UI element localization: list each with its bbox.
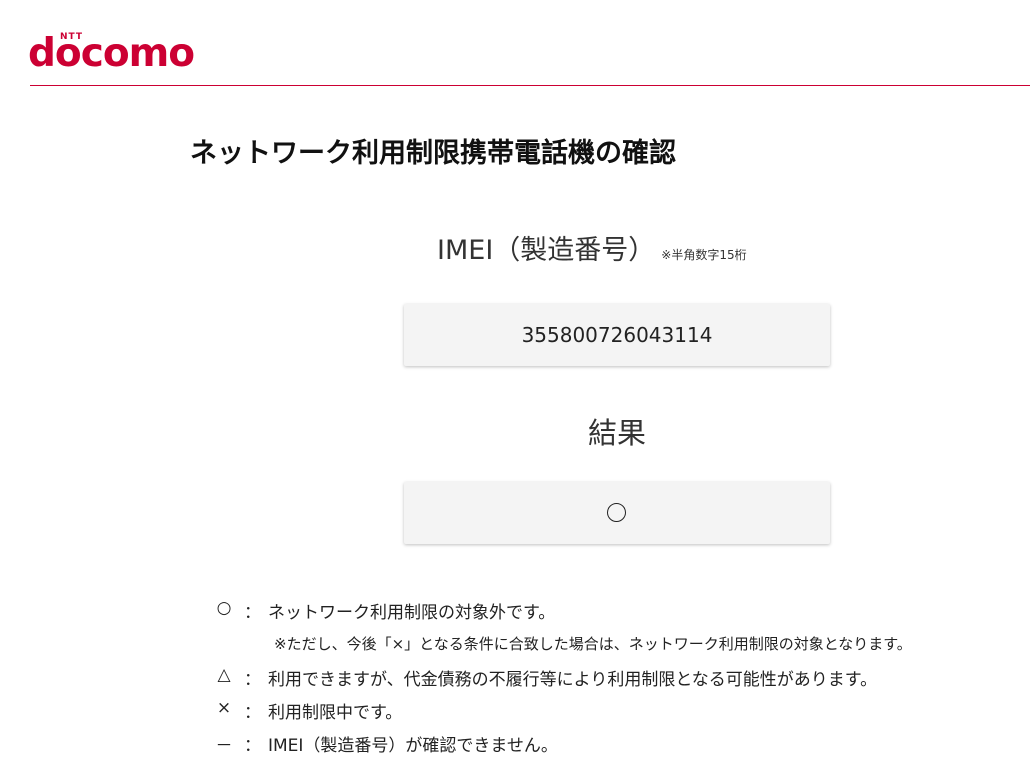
legend-colon: ： — [244, 736, 261, 756]
legend-symbol-triangle: △ — [217, 665, 231, 685]
legend-item-dash: － ： IMEI（製造番号）が確認できません。 — [214, 731, 1030, 764]
legend-colon: ： — [244, 670, 261, 690]
result-box — [404, 482, 830, 544]
imei-note: ※半角数字15桁 — [661, 248, 747, 262]
imei-label-group: IMEI（製造番号） ※半角数字15桁 — [437, 228, 747, 267]
legend-symbol-cross: × — [216, 698, 232, 718]
header: NTT docomo — [0, 0, 1030, 86]
legend-subnote-row: ※ただし、今後「×」となる条件に合致した場合は、ネットワーク利用制限の対象となり… — [214, 631, 1030, 665]
legend-item-circle: ○ ： ネットワーク利用制限の対象外です。 — [214, 598, 1030, 631]
header-divider — [30, 85, 1030, 86]
legend-symbol-dash: － — [215, 736, 233, 756]
imei-label: IMEI（製造番号） — [437, 235, 656, 266]
legend-symbol-circle: ○ — [216, 598, 232, 618]
legend-text: IMEI（製造番号）が確認できません。 — [268, 736, 558, 756]
result-circle-icon — [607, 503, 626, 522]
logo-wordmark: docomo — [28, 31, 195, 76]
legend-item-triangle: △ ： 利用できますが、代金債務の不履行等により利用制限となる可能性があります。 — [214, 665, 1030, 698]
imei-value-field: 355800726043114 — [404, 304, 830, 366]
legend-text: 利用制限中です。 — [268, 703, 403, 723]
legend-colon: ： — [244, 603, 261, 623]
result-label: 結果 — [587, 416, 646, 450]
legend-subnote: ※ただし、今後「×」となる条件に合致した場合は、ネットワーク利用制限の対象となり… — [274, 635, 912, 653]
legend-text: 利用できますが、代金債務の不履行等により利用制限となる可能性があります。 — [268, 670, 878, 690]
legend-item-cross: × ： 利用制限中です。 — [214, 698, 1030, 731]
page-title: ネットワーク利用制限携帯電話機の確認 — [190, 138, 676, 169]
legend-text: ネットワーク利用制限の対象外です。 — [268, 603, 556, 623]
docomo-logo[interactable]: NTT docomo — [28, 28, 218, 78]
legend: ○ ： ネットワーク利用制限の対象外です。 ※ただし、今後「×」となる条件に合致… — [214, 598, 1030, 764]
legend-colon: ： — [244, 703, 261, 723]
